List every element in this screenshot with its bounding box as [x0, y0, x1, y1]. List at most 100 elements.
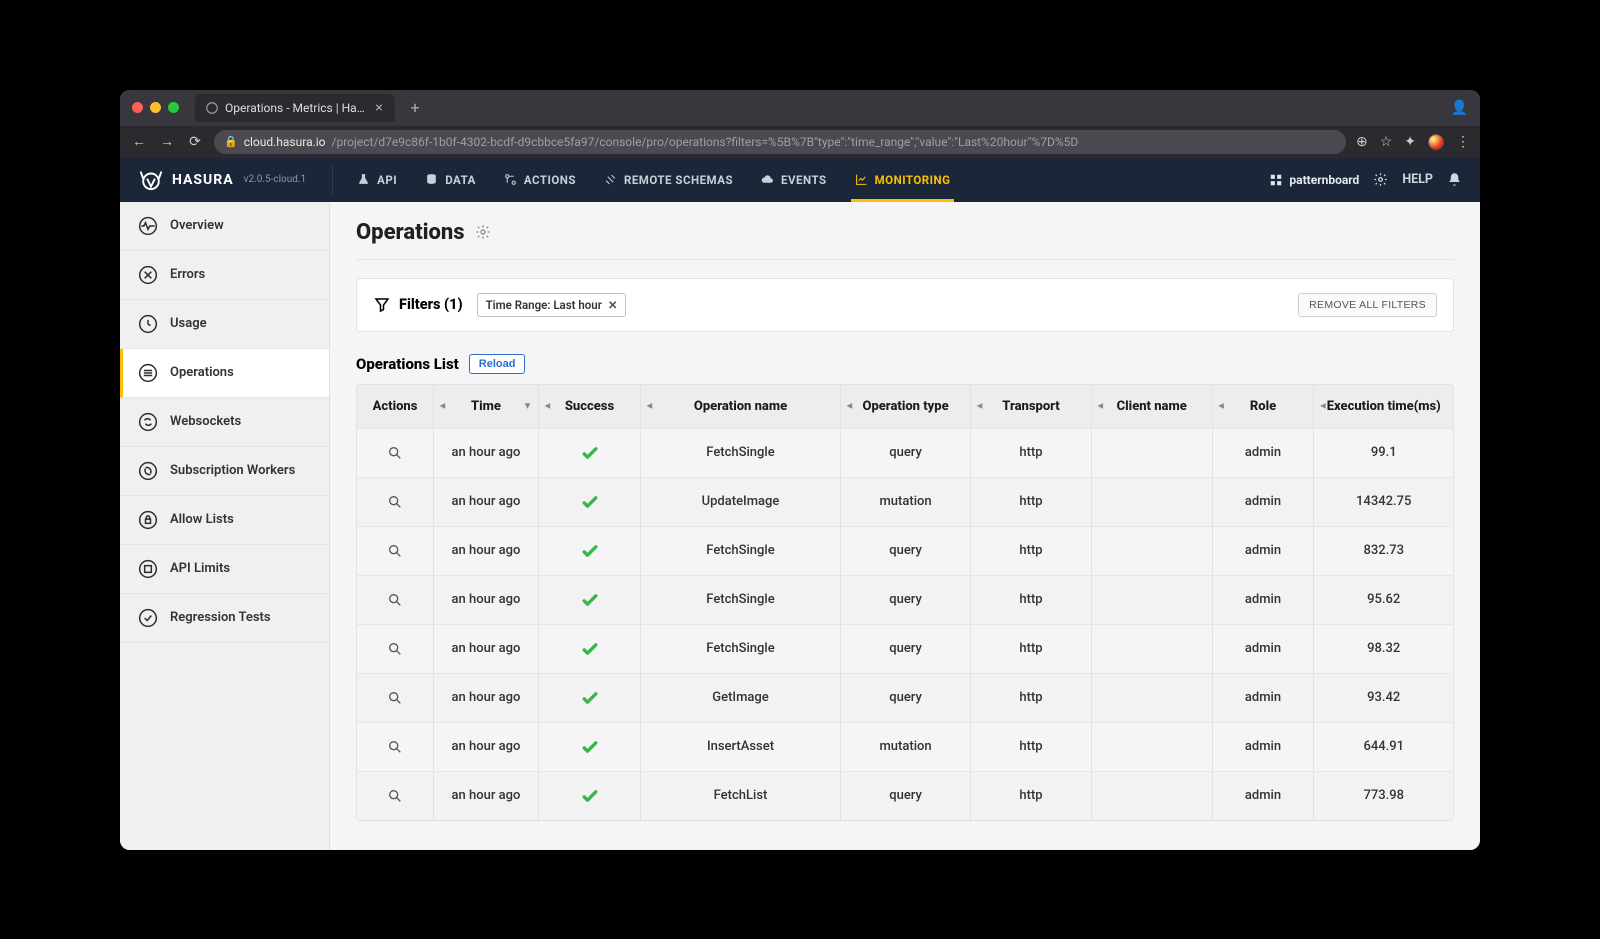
remove-all-filters-button[interactable]: REMOVE ALL FILTERS [1298, 293, 1437, 317]
browser-menu-icon[interactable]: 👤 [1451, 100, 1468, 116]
table-body: an hour agoFetchSinglequeryhttpadmin99.1… [357, 428, 1453, 820]
operations-table: Actions ◂Time▾ ◂Success ◂Operation name … [356, 384, 1454, 821]
row-exec-time: 644.91 [1314, 723, 1453, 771]
bell-icon[interactable] [1447, 172, 1462, 187]
sidebar-item-allow-lists[interactable]: Allow Lists [120, 496, 329, 545]
row-operation-type: mutation [841, 478, 971, 526]
row-exec-time: 773.98 [1314, 772, 1453, 820]
brand-version: v2.0.5-cloud.1 [244, 174, 307, 185]
help-link[interactable]: HELP [1402, 172, 1433, 187]
forward-button[interactable]: → [158, 133, 176, 150]
col-operation-type[interactable]: ◂Operation type [841, 385, 971, 428]
address-path: /project/d7e9c86f-1b0f-4302-bcdf-d9cbbce… [332, 135, 1079, 149]
sidebar-item-api-limits[interactable]: API Limits [120, 545, 329, 594]
bookmark-icon[interactable]: ☆ [1380, 134, 1393, 150]
new-tab-button[interactable]: + [403, 98, 427, 117]
reload-button[interactable]: ⟳ [186, 134, 204, 150]
cloud-icon [761, 173, 774, 186]
row-exec-time: 832.73 [1314, 527, 1453, 575]
kebab-menu-icon[interactable]: ⋮ [1456, 134, 1470, 150]
sidebar-item-regression-tests[interactable]: Regression Tests [120, 594, 329, 643]
extensions-icon[interactable]: ✦ [1404, 134, 1416, 150]
row-success [539, 429, 641, 477]
database-icon [425, 173, 438, 186]
nav-data[interactable]: DATA [411, 158, 490, 202]
row-success [539, 772, 641, 820]
table-row: an hour agoFetchListqueryhttpadmin773.98 [357, 771, 1453, 820]
main-content: Operations Filters (1) Time Range: Last … [330, 202, 1480, 850]
col-operation-name[interactable]: ◂Operation name [641, 385, 841, 428]
row-time: an hour ago [434, 527, 539, 575]
row-operation-type: query [841, 625, 971, 673]
reload-button[interactable]: Reload [469, 354, 526, 374]
browser-toolbar-icons: ⊕ ☆ ✦ ⋮ [1356, 134, 1470, 150]
page-settings-icon[interactable] [475, 224, 491, 240]
col-role[interactable]: ◂Role [1213, 385, 1315, 428]
col-time[interactable]: ◂Time▾ [434, 385, 539, 428]
nav-api[interactable]: API [343, 158, 411, 202]
actions-icon [504, 173, 517, 186]
back-button[interactable]: ← [130, 133, 148, 150]
row-role: admin [1213, 429, 1315, 477]
row-exec-time: 95.62 [1314, 576, 1453, 624]
row-action[interactable] [357, 723, 434, 771]
row-action[interactable] [357, 772, 434, 820]
row-operation-type: query [841, 576, 971, 624]
nav-monitoring[interactable]: MONITORING [841, 158, 965, 202]
minimize-window-button[interactable] [150, 102, 161, 113]
chip-remove-icon[interactable]: ✕ [608, 298, 618, 312]
filter-chip-time-range[interactable]: Time Range: Last hour ✕ [477, 293, 627, 317]
col-transport[interactable]: ◂Transport [971, 385, 1092, 428]
nav-events[interactable]: EVENTS [747, 158, 841, 202]
address-input[interactable]: 🔒 cloud.hasura.io /project/d7e9c86f-1b0f… [214, 130, 1346, 154]
profile-avatar[interactable] [1428, 134, 1444, 150]
row-action[interactable] [357, 674, 434, 722]
zoom-icon[interactable]: ⊕ [1356, 134, 1368, 150]
page-title: Operations [356, 220, 1454, 260]
col-success[interactable]: ◂Success [539, 385, 641, 428]
nav-divider [332, 164, 333, 196]
settings-icon[interactable] [1373, 172, 1388, 187]
sidebar-item-subscription-workers[interactable]: Subscription Workers [120, 447, 329, 496]
table-row: an hour agoInsertAssetmutationhttpadmin6… [357, 722, 1453, 771]
check-circle-icon [138, 608, 158, 628]
flask-icon [357, 173, 370, 186]
brand[interactable]: HASURA v2.0.5-cloud.1 [138, 167, 306, 193]
maximize-window-button[interactable] [168, 102, 179, 113]
nav-actions[interactable]: ACTIONS [490, 158, 590, 202]
row-transport: http [971, 772, 1092, 820]
col-action[interactable]: Actions [357, 385, 434, 428]
table-header: Actions ◂Time▾ ◂Success ◂Operation name … [357, 385, 1453, 428]
nav-remote-schemas[interactable]: REMOTE SCHEMAS [590, 158, 747, 202]
row-exec-time: 99.1 [1314, 429, 1453, 477]
project-name[interactable]: patternboard [1269, 173, 1359, 187]
row-operation-type: mutation [841, 723, 971, 771]
row-operation-name: FetchSingle [641, 429, 841, 477]
col-client-name[interactable]: ◂Client name [1092, 385, 1213, 428]
row-client [1092, 723, 1213, 771]
row-role: admin [1213, 772, 1315, 820]
row-action[interactable] [357, 625, 434, 673]
browser-tab[interactable]: Operations - Metrics | Hasura × [195, 94, 395, 122]
sidebar-item-operations[interactable]: Operations [120, 349, 329, 398]
close-window-button[interactable] [132, 102, 143, 113]
row-success [539, 723, 641, 771]
row-action[interactable] [357, 429, 434, 477]
row-success [539, 478, 641, 526]
col-execution-time[interactable]: ◂Execution time(ms) [1314, 385, 1453, 428]
row-action[interactable] [357, 576, 434, 624]
tab-close-icon[interactable]: × [373, 100, 385, 116]
sidebar-item-errors[interactable]: Errors [120, 251, 329, 300]
row-success [539, 576, 641, 624]
sidebar-item-usage[interactable]: Usage [120, 300, 329, 349]
sidebar-item-overview[interactable]: Overview [120, 202, 329, 251]
browser-address-bar: ← → ⟳ 🔒 cloud.hasura.io /project/d7e9c86… [120, 126, 1480, 158]
sidebar-item-websockets[interactable]: Websockets [120, 398, 329, 447]
row-operation-name: GetImage [641, 674, 841, 722]
row-action[interactable] [357, 527, 434, 575]
funnel-icon [373, 296, 391, 314]
list-title: Operations List [356, 355, 459, 373]
row-time: an hour ago [434, 576, 539, 624]
row-action[interactable] [357, 478, 434, 526]
brand-name: HASURA [172, 172, 234, 188]
